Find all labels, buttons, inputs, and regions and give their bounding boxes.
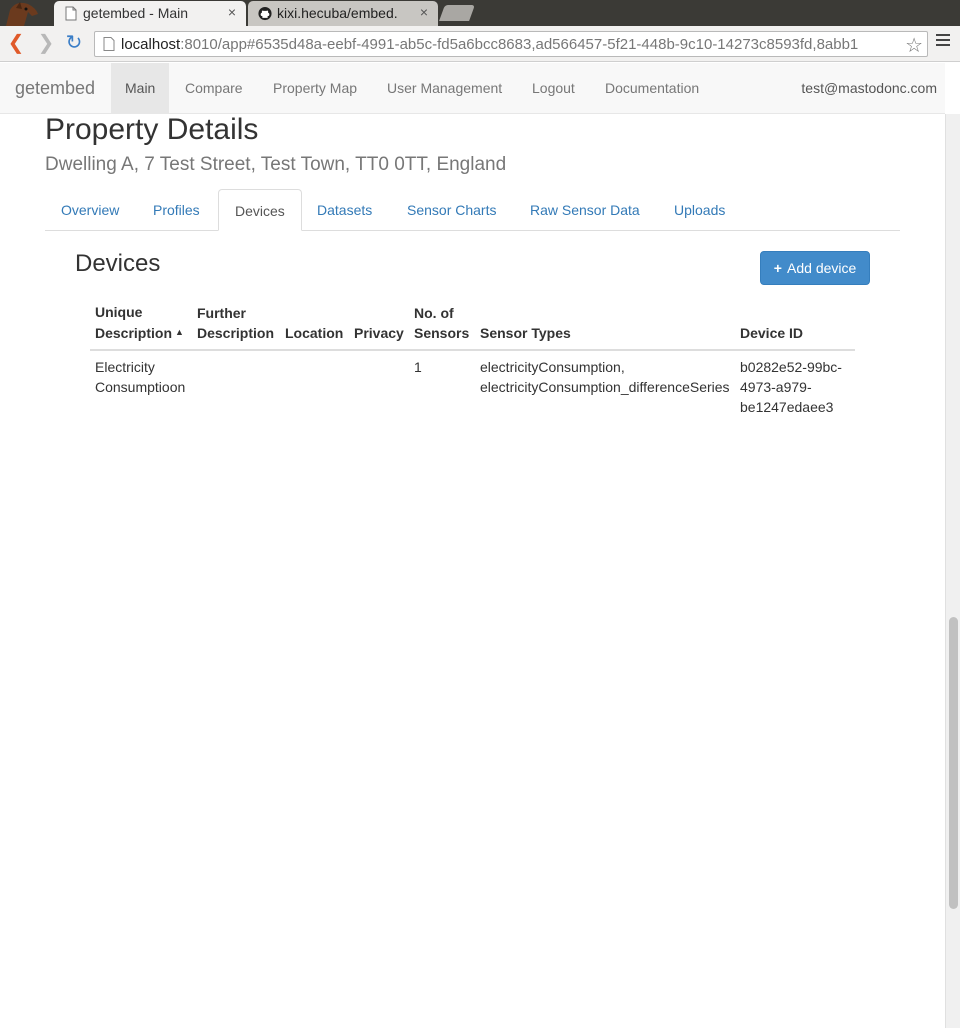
column-no-of-sensors[interactable]: No. of Sensors (409, 300, 475, 351)
tab-uploads[interactable]: Uploads (658, 189, 741, 231)
nav-item-logout[interactable]: Logout (518, 63, 589, 113)
cell-unique-description: Electricity Consumptioon (95, 359, 186, 395)
nav-item-property-map[interactable]: Property Map (259, 63, 371, 113)
tab-devices[interactable]: Devices (218, 189, 302, 231)
cell-location (280, 350, 349, 423)
browser-tab-getembed[interactable]: getembed - Main × (54, 1, 246, 26)
tab-title: kixi.hecuba/embed. (277, 5, 398, 21)
menu-icon[interactable] (936, 34, 950, 48)
cell-privacy (349, 350, 409, 423)
column-location[interactable]: Location (280, 300, 349, 351)
brand-logo[interactable]: getembed (15, 78, 95, 99)
cell-no-of-sensors: 1 (414, 359, 422, 375)
page-title: Property Details (45, 113, 259, 146)
browser-toolbar: ❮ ❯ ↻ localhost:8010/app#6535d48a-eebf-4… (0, 26, 960, 62)
user-email: test@mastodonc.com (801, 80, 937, 96)
cell-device-id: b0282e52-99bc- 4973-a979- be1247edaee3 (740, 359, 842, 415)
tab-raw-sensor-data[interactable]: Raw Sensor Data (514, 189, 656, 231)
plus-icon: + (773, 260, 782, 276)
browser-tab-github[interactable]: kixi.hecuba/embed. × (248, 1, 438, 26)
column-privacy[interactable]: Privacy (349, 300, 409, 351)
sort-ascending-icon: ▲ (175, 327, 184, 337)
add-device-button[interactable]: + Add device (760, 251, 870, 285)
page-icon (103, 37, 115, 51)
tab-datasets[interactable]: Datasets (301, 189, 388, 231)
scrollbar-thumb[interactable] (949, 617, 958, 909)
page-icon (65, 6, 77, 21)
reload-icon[interactable]: ↻ (62, 32, 86, 56)
column-device-id[interactable]: Device ID (735, 300, 855, 351)
url-host: localhost (121, 36, 181, 53)
url-path: :8010/app#6535d48a-eebf-4991-ab5c-fd5a6b… (180, 36, 859, 53)
column-further-description[interactable]: Further Description (192, 300, 280, 351)
cell-further-description (192, 350, 280, 423)
devices-heading: Devices (75, 250, 161, 277)
add-device-label: Add device (787, 260, 857, 276)
close-icon[interactable]: × (228, 4, 236, 20)
bookmark-star-icon[interactable]: ☆ (905, 33, 923, 58)
tab-overview[interactable]: Overview (45, 189, 135, 231)
page-scrollbar[interactable] (945, 114, 960, 1028)
devices-table: Unique Description ▲ Further Description Lo… (90, 300, 855, 423)
column-unique-description[interactable]: Unique Description ▲ (90, 300, 192, 351)
nav-item-user-management[interactable]: User Management (373, 63, 516, 113)
address-bar[interactable]: localhost:8010/app#6535d48a-eebf-4991-ab… (94, 31, 928, 57)
browser-logo-icon (6, 2, 38, 26)
browser-tabstrip: getembed - Main × kixi.hecuba/embed. × (0, 0, 960, 26)
cell-sensor-types: electricityConsumption, electricityConsum… (480, 359, 730, 395)
nav-item-documentation[interactable]: Documentation (591, 63, 713, 113)
table-header-row: Unique Description ▲ Further Description Lo… (90, 300, 855, 351)
property-tabs: Overview Profiles Devices Datasets Senso… (45, 189, 900, 231)
tab-sensor-charts[interactable]: Sensor Charts (391, 189, 512, 231)
column-sensor-types[interactable]: Sensor Types (475, 300, 735, 351)
tab-title: getembed - Main (83, 5, 189, 21)
tab-profiles[interactable]: Profiles (137, 189, 216, 231)
url-text: localhost:8010/app#6535d48a-eebf-4991-ab… (121, 36, 905, 53)
nav-item-main[interactable]: Main (111, 63, 170, 113)
nav-item-compare[interactable]: Compare (171, 63, 257, 113)
github-icon (258, 6, 272, 21)
property-address: Dwelling A, 7 Test Street, Test Town, TT… (45, 154, 507, 175)
new-tab-button[interactable] (439, 5, 475, 21)
back-icon[interactable]: ❮ (4, 32, 28, 56)
close-icon[interactable]: × (420, 4, 428, 20)
app-navbar: getembed Main Compare Property Map User … (0, 63, 945, 114)
table-row[interactable]: Electricity Consumptioon 1 electricityCon… (90, 350, 855, 423)
forward-icon[interactable]: ❯ (34, 32, 58, 56)
